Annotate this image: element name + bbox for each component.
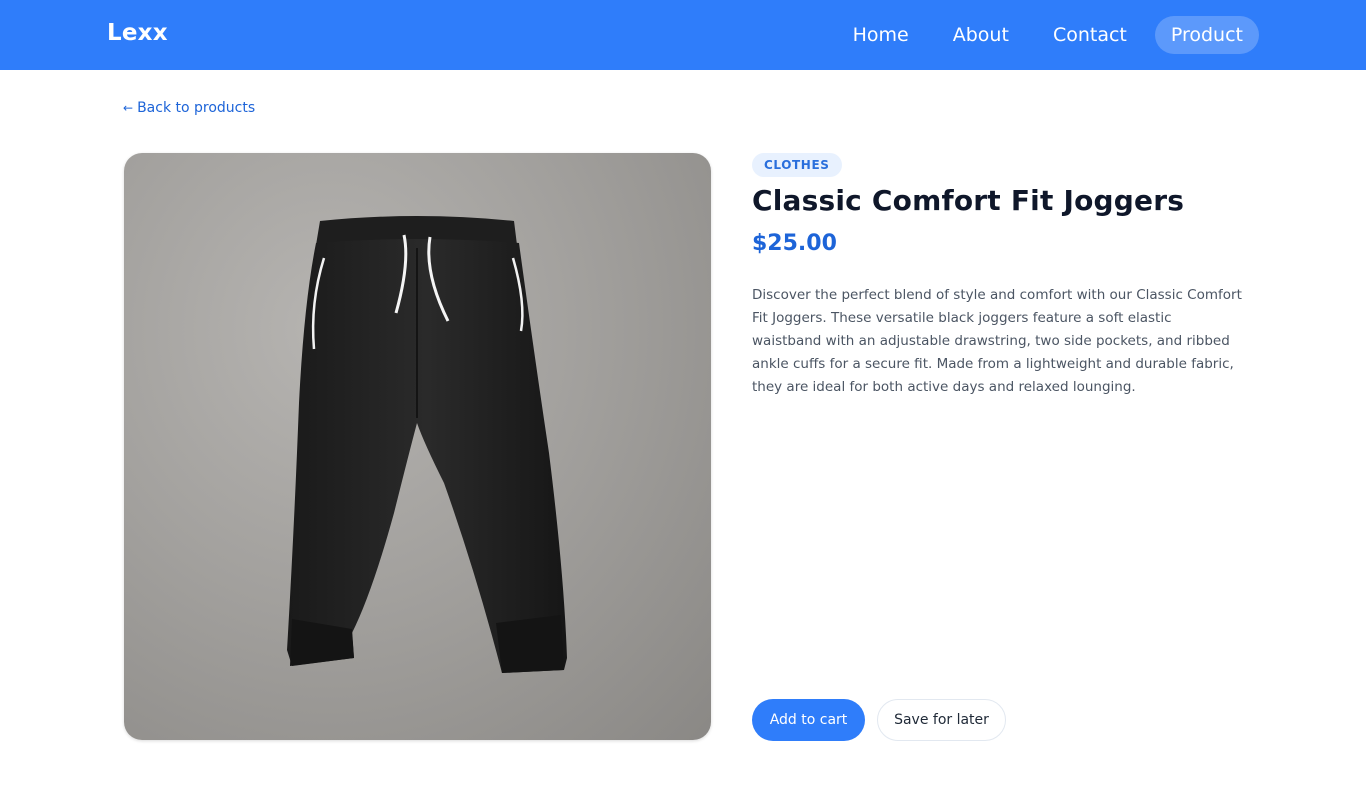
nav-link-about[interactable]: About <box>937 16 1025 54</box>
nav-link-contact[interactable]: Contact <box>1037 16 1143 54</box>
product-description: Discover the perfect blend of style and … <box>752 287 1242 395</box>
joggers-illustration <box>287 216 567 673</box>
top-navbar: Lexx Home About Contact Product <box>0 0 1366 70</box>
nav-link-home[interactable]: Home <box>837 16 925 54</box>
product-title: Classic Comfort Fit Joggers <box>752 184 1185 217</box>
product-image <box>124 153 711 740</box>
product-price: $25.00 <box>752 231 837 256</box>
back-to-products-link[interactable]: ← Back to products <box>123 100 255 116</box>
right-cuff <box>496 615 564 673</box>
pants-body <box>287 239 567 673</box>
category-badge: CLOTHES <box>752 153 842 177</box>
nav-links: Home About Contact Product <box>825 16 1259 54</box>
back-link-label: Back to products <box>137 100 256 116</box>
add-to-cart-button[interactable]: Add to cart <box>752 699 865 741</box>
save-for-later-button[interactable]: Save for later <box>877 699 1006 741</box>
brand-logo[interactable]: Lexx <box>107 20 168 46</box>
nav-link-product[interactable]: Product <box>1154 16 1259 54</box>
arrow-left-icon: ← <box>123 101 134 115</box>
